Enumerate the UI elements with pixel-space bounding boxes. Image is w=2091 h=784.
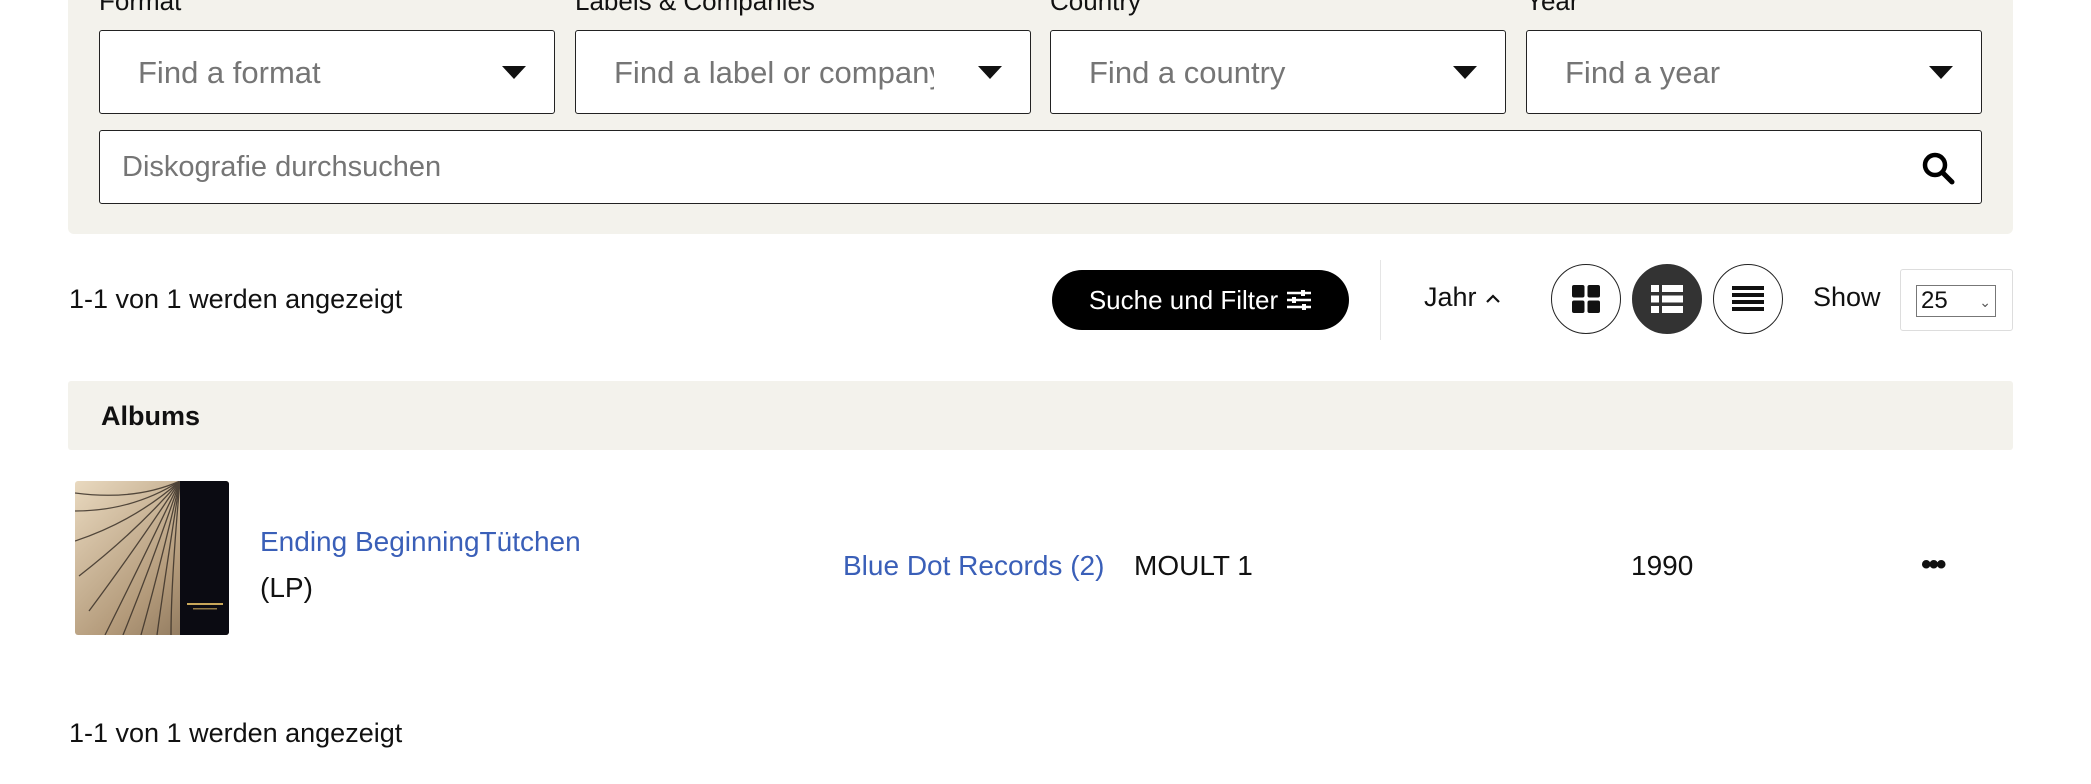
release-year: 1990 <box>1631 550 1694 581</box>
section-title: Albums <box>101 401 201 431</box>
release-label-link[interactable]: Blue Dot Records (2) <box>843 550 1104 582</box>
year-select-placeholder: Find a year <box>1565 55 1721 90</box>
caret-down-icon <box>1929 66 1953 79</box>
country-select[interactable]: Find a country <box>1050 30 1506 114</box>
grid-view-button[interactable] <box>1551 264 1621 334</box>
album-cover-thumbnail[interactable] <box>75 481 229 635</box>
results-count-top: 1-1 von 1 werden angezeigt <box>69 284 403 314</box>
show-count-container: 25 ⌄ <box>1900 269 2013 331</box>
caret-down-icon <box>1453 66 1477 79</box>
album-cover-image <box>75 481 229 635</box>
sort-by-year[interactable]: Jahr <box>1424 282 1501 313</box>
discography-search <box>99 130 1982 204</box>
show-count-select[interactable]: 25 ⌄ <box>1916 285 1996 317</box>
label-select-placeholder: Find a label or company <box>614 55 934 90</box>
year-filter-label: Year <box>1526 0 1579 16</box>
sliders-icon <box>1287 290 1312 310</box>
format-select[interactable]: Find a format <box>99 30 555 114</box>
label-company-select[interactable]: Find a label or company <box>575 30 1031 114</box>
results-count-bottom: 1-1 von 1 werden angezeigt <box>69 718 403 748</box>
caret-down-icon <box>502 66 526 79</box>
show-label: Show <box>1813 282 1881 312</box>
caret-down-icon <box>978 66 1002 79</box>
search-filter-button-label: Suche und Filter <box>1088 284 1279 315</box>
chevron-down-icon: ⌄ <box>1979 294 1991 310</box>
list-view-icon <box>1651 285 1683 313</box>
release-title-link[interactable]: Ending BeginningTütchen <box>260 526 581 558</box>
more-options-icon[interactable]: ••• <box>1921 548 1946 582</box>
filter-panel: Format Labels & Companies Country Year F… <box>68 0 2013 234</box>
release-format: (LP) <box>260 572 313 603</box>
sort-label: Jahr <box>1424 282 1477 312</box>
format-select-placeholder: Find a format <box>138 55 321 90</box>
discography-search-input[interactable] <box>120 131 1884 203</box>
chevron-up-icon <box>1485 293 1500 303</box>
grid-view-icon <box>1572 285 1600 313</box>
list-view-button[interactable] <box>1632 264 1702 334</box>
release-catalog-number: MOULT 1 <box>1134 550 1253 581</box>
country-filter-label: Country <box>1050 0 1142 16</box>
format-filter-label: Format <box>99 0 182 16</box>
labels-filter-label: Labels & Companies <box>575 0 815 16</box>
toolbar-divider <box>1380 260 1381 340</box>
albums-section-header: Albums <box>68 381 2013 450</box>
search-filter-button[interactable]: Suche und Filter <box>1052 270 1349 330</box>
compact-list-view-icon <box>1732 286 1764 311</box>
compact-list-view-button[interactable] <box>1713 264 1783 334</box>
show-count-value: 25 <box>1921 287 1948 314</box>
search-icon[interactable] <box>1921 151 1955 185</box>
country-select-placeholder: Find a country <box>1089 55 1286 90</box>
year-select[interactable]: Find a year <box>1526 30 1982 114</box>
